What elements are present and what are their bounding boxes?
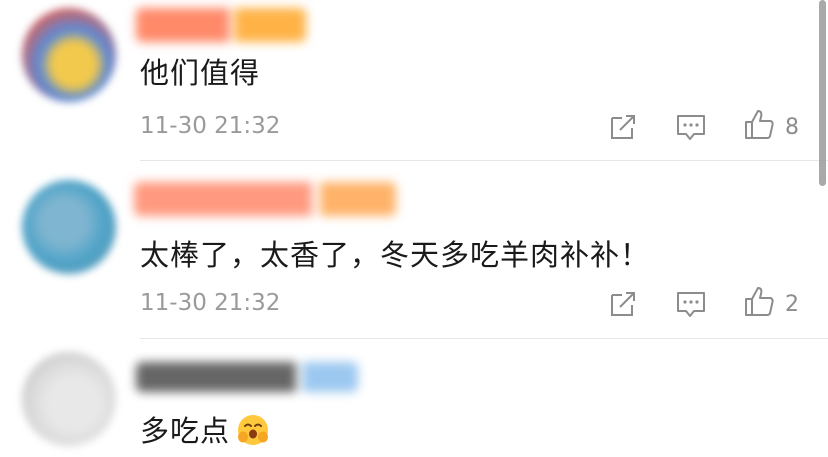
comment-icon[interactable] bbox=[674, 287, 708, 321]
comment-icon[interactable] bbox=[674, 110, 708, 144]
comment-item: 多吃点 bbox=[0, 338, 828, 457]
comment-timestamp: 11-30 21:32 bbox=[140, 113, 281, 139]
thumbs-up-icon[interactable] bbox=[742, 285, 776, 319]
share-icon[interactable] bbox=[606, 110, 640, 144]
comment-item: 太棒了，太香了，冬天多吃羊肉补补！ 11-30 21:32 2 bbox=[0, 160, 828, 339]
share-icon[interactable] bbox=[606, 287, 640, 321]
username-blurred[interactable] bbox=[134, 182, 396, 216]
comment-timestamp: 11-30 21:32 bbox=[140, 290, 281, 316]
like-count: 2 bbox=[785, 292, 799, 317]
like-count: 8 bbox=[785, 115, 799, 140]
comment-item: 他们值得 11-30 21:32 8 bbox=[0, 0, 828, 161]
comment-text: 他们值得 bbox=[140, 56, 261, 90]
avatar[interactable] bbox=[22, 8, 116, 102]
scrollbar[interactable] bbox=[819, 0, 826, 186]
username-blurred[interactable] bbox=[136, 8, 306, 42]
username-blurred[interactable] bbox=[136, 362, 358, 392]
comment-text-content: 多吃点 bbox=[140, 414, 231, 448]
smiling-face-with-hands-emoji bbox=[238, 415, 269, 445]
avatar[interactable] bbox=[22, 352, 116, 446]
avatar[interactable] bbox=[22, 180, 116, 274]
comment-text: 太棒了，太香了，冬天多吃羊肉补补！ bbox=[140, 238, 651, 272]
comment-text: 多吃点 bbox=[140, 408, 270, 450]
thumbs-up-icon[interactable] bbox=[742, 108, 776, 142]
